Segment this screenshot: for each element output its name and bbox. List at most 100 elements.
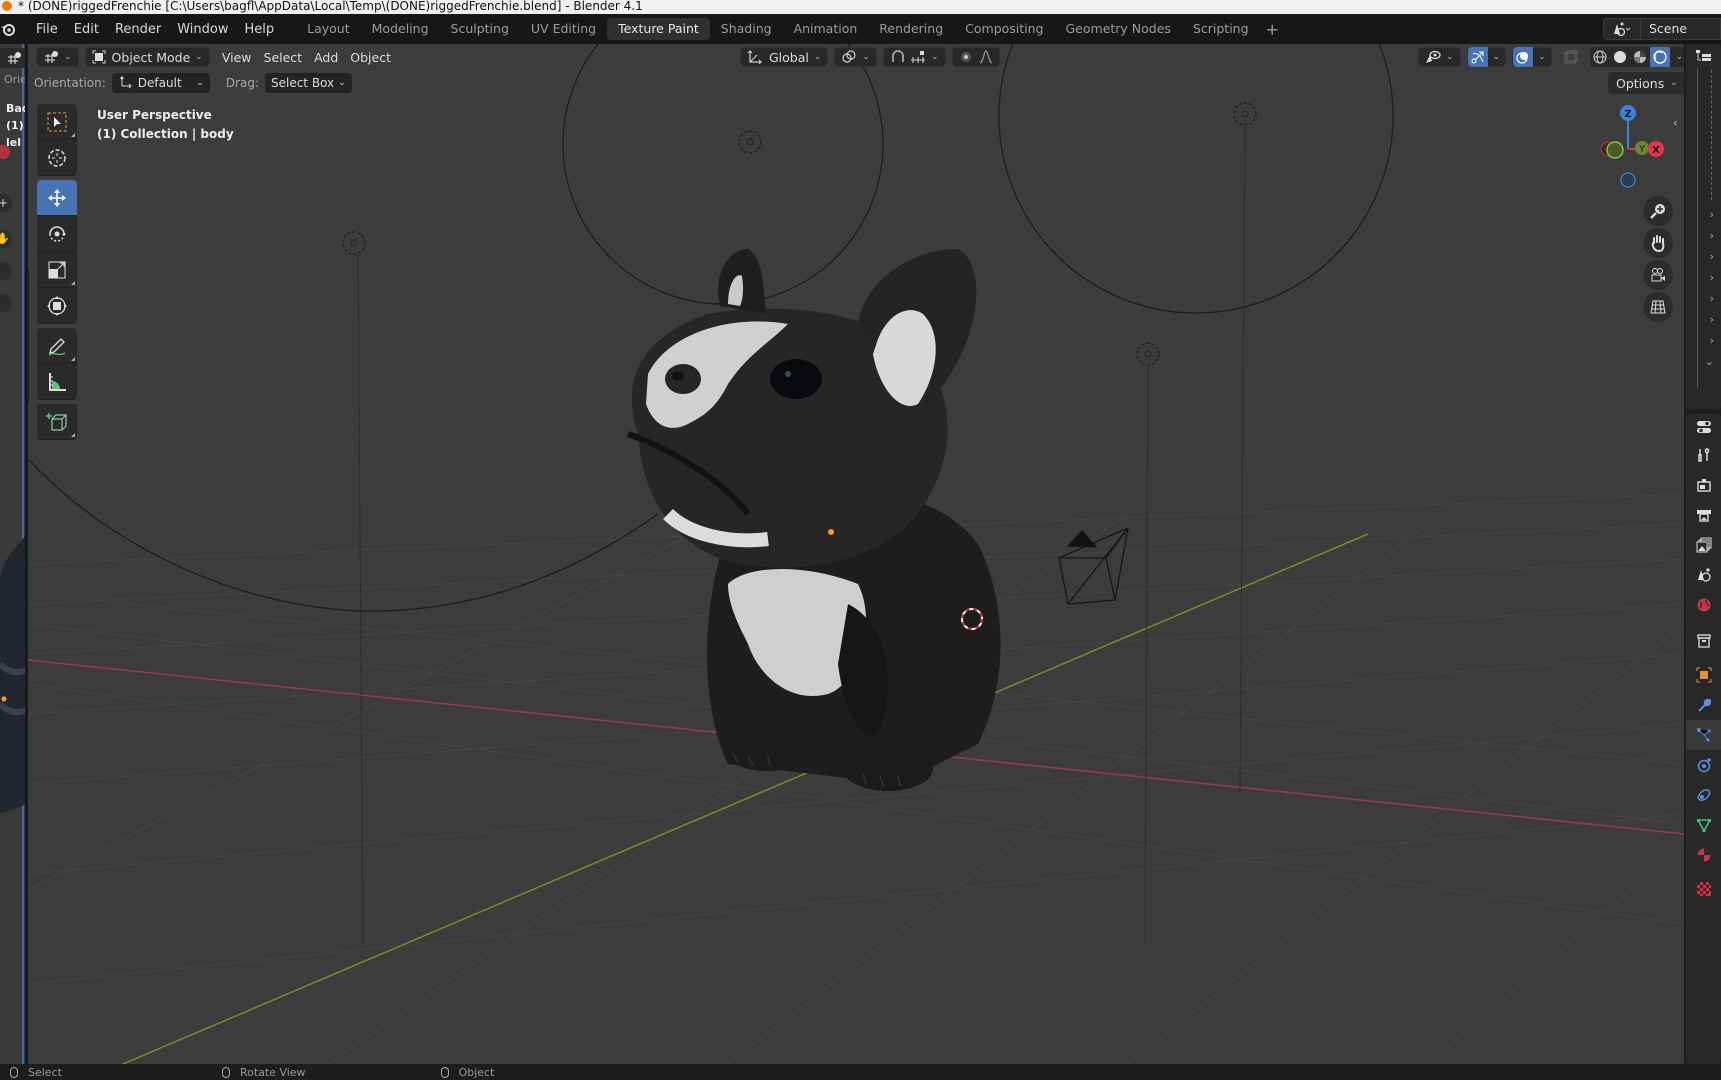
expand-arrow-icon[interactable]: › [1686,330,1721,351]
properties-editor-type-button[interactable] [1686,414,1721,440]
menu-render[interactable]: Render [107,22,169,37]
chevron-down-icon[interactable]: ⌄ [1493,52,1501,62]
camera-view-button[interactable] [1643,260,1673,290]
tab-object-data[interactable] [1686,810,1721,840]
camera-view-icon[interactable] [0,262,12,280]
dog-model[interactable] [627,249,1001,791]
snap-toggle[interactable]: ⌄ [882,47,946,67]
tab-collection[interactable] [1686,626,1721,656]
tab-sculpting[interactable]: Sculpting [440,18,520,40]
add-workspace-button[interactable]: + [1260,20,1285,39]
pivot-point-dropdown[interactable]: ⌄ [834,47,877,67]
expand-arrow-icon[interactable]: › [1686,309,1721,330]
shading-solid-button[interactable] [1610,47,1630,67]
orientation-dropdown[interactable]: Default ⌄ [111,73,210,93]
tab-scene[interactable] [1686,560,1721,590]
scene-icon[interactable] [1603,18,1641,40]
proportional-edit-toggle[interactable] [951,47,1000,67]
options-dropdown[interactable]: Options ⌄ [1608,72,1684,94]
tab-render[interactable] [1686,470,1721,500]
light-icon[interactable] [738,130,762,154]
drag-dropdown[interactable]: Select Box ⌄ [264,73,352,93]
outliner-panel[interactable]: › › › › › › › ⌄ [1686,44,1721,409]
tab-geometry-nodes[interactable]: Geometry Nodes [1055,18,1182,40]
3d-viewport[interactable]: ⌄ Object Mode ⌄ View Select Add Object G… [28,44,1684,1064]
outliner-editor-type-button[interactable] [1686,44,1721,68]
tab-compositing[interactable]: Compositing [954,18,1054,40]
gizmo-toggle[interactable]: ⌄ [1466,47,1507,67]
tab-texture[interactable] [1686,874,1721,904]
tool-move[interactable] [37,180,77,216]
menu-window[interactable]: Window [169,22,236,37]
zoom-view-button[interactable] [1643,196,1673,226]
tool-annotate[interactable] [37,328,77,364]
overlay-toggle-icon[interactable] [1513,47,1534,67]
menu-file[interactable]: File [28,22,66,37]
tab-uv-editing[interactable]: UV Editing [520,18,607,40]
neg-y-axis-ball[interactable] [1606,141,1624,159]
menu-view[interactable]: View [216,47,258,67]
xray-toggle[interactable] [1558,47,1584,67]
shading-rendered-button[interactable] [1649,47,1670,67]
menu-edit[interactable]: Edit [66,22,107,37]
visibility-dropdown[interactable]: ⌄ [1418,47,1461,67]
expand-arrow-icon[interactable]: › [1686,246,1721,267]
blender-menu-icon[interactable] [0,21,28,37]
tab-object[interactable] [1686,660,1721,690]
light-icon[interactable] [1233,102,1257,795]
expand-arrow-icon[interactable]: › [1686,288,1721,309]
expand-arrow-icon[interactable]: › [1686,225,1721,246]
scene-name[interactable]: Scene [1641,18,1721,40]
sidebar-toggle-arrow[interactable]: ‹ [1673,116,1678,130]
zoom-icon[interactable]: + [0,194,12,212]
pan-view-button[interactable] [1643,228,1673,258]
menu-help[interactable]: Help [237,22,283,37]
tool-rotate[interactable] [37,216,77,252]
menu-add[interactable]: Add [308,47,344,67]
tab-modeling[interactable]: Modeling [361,18,440,40]
tab-texture-paint[interactable]: Texture Paint [607,18,710,40]
collapse-arrow-icon[interactable]: ⌄ [1686,351,1721,372]
menu-select[interactable]: Select [258,47,309,67]
tab-particles[interactable] [1686,720,1721,750]
tab-scripting[interactable]: Scripting [1182,18,1260,40]
tab-rendering[interactable]: Rendering [868,18,954,40]
tab-shading[interactable]: Shading [710,18,783,40]
grid-view-icon[interactable] [0,294,12,312]
shading-material-button[interactable] [1630,47,1650,67]
mode-dropdown[interactable]: Object Mode ⌄ [84,47,210,67]
neg-z-axis-ball[interactable] [1620,172,1636,188]
tool-add-cube[interactable] [37,404,77,440]
overlay-toggle[interactable]: ⌄ [1512,47,1552,67]
tab-view-layer[interactable] [1686,530,1721,560]
editor-type-button[interactable]: ⌄ [36,47,79,67]
tool-select-box[interactable] [37,104,77,140]
shading-wireframe-button[interactable] [1590,47,1610,67]
light-icon[interactable] [1136,342,1160,945]
tab-constraints[interactable] [1686,780,1721,810]
tab-output[interactable] [1686,500,1721,530]
expand-arrow-icon[interactable]: › [1686,204,1721,225]
tool-cursor[interactable] [37,140,77,176]
scene-selector[interactable]: Scene [1603,18,1721,40]
tool-transform[interactable] [37,288,77,324]
tool-measure[interactable] [37,364,77,400]
pan-hand-icon[interactable]: ✋ [0,230,12,248]
tab-layout[interactable]: Layout [296,18,361,40]
tab-modifiers[interactable] [1686,690,1721,720]
chevron-down-icon[interactable]: ⌄ [1538,52,1546,62]
editor-type-button-left[interactable] [0,48,25,68]
expand-arrow-icon[interactable]: › [1686,267,1721,288]
tab-world[interactable] [1686,590,1721,620]
menu-object[interactable]: Object [344,47,397,67]
tool-scale[interactable] [37,252,77,288]
transform-orientation-dropdown[interactable]: Global ⌄ [740,47,829,67]
x-axis-gizmo-ball[interactable] [0,145,10,159]
toggle-perspective-button[interactable] [1643,292,1673,322]
tab-physics[interactable] [1686,750,1721,780]
gizmo-toggle-icon[interactable] [1467,47,1488,67]
shading-options-chevron-icon[interactable]: ⌄ [1676,52,1684,62]
tab-material[interactable] [1686,840,1721,870]
tab-tool[interactable] [1686,440,1721,470]
navigation-gizmo[interactable]: Y X Z [1578,99,1668,189]
